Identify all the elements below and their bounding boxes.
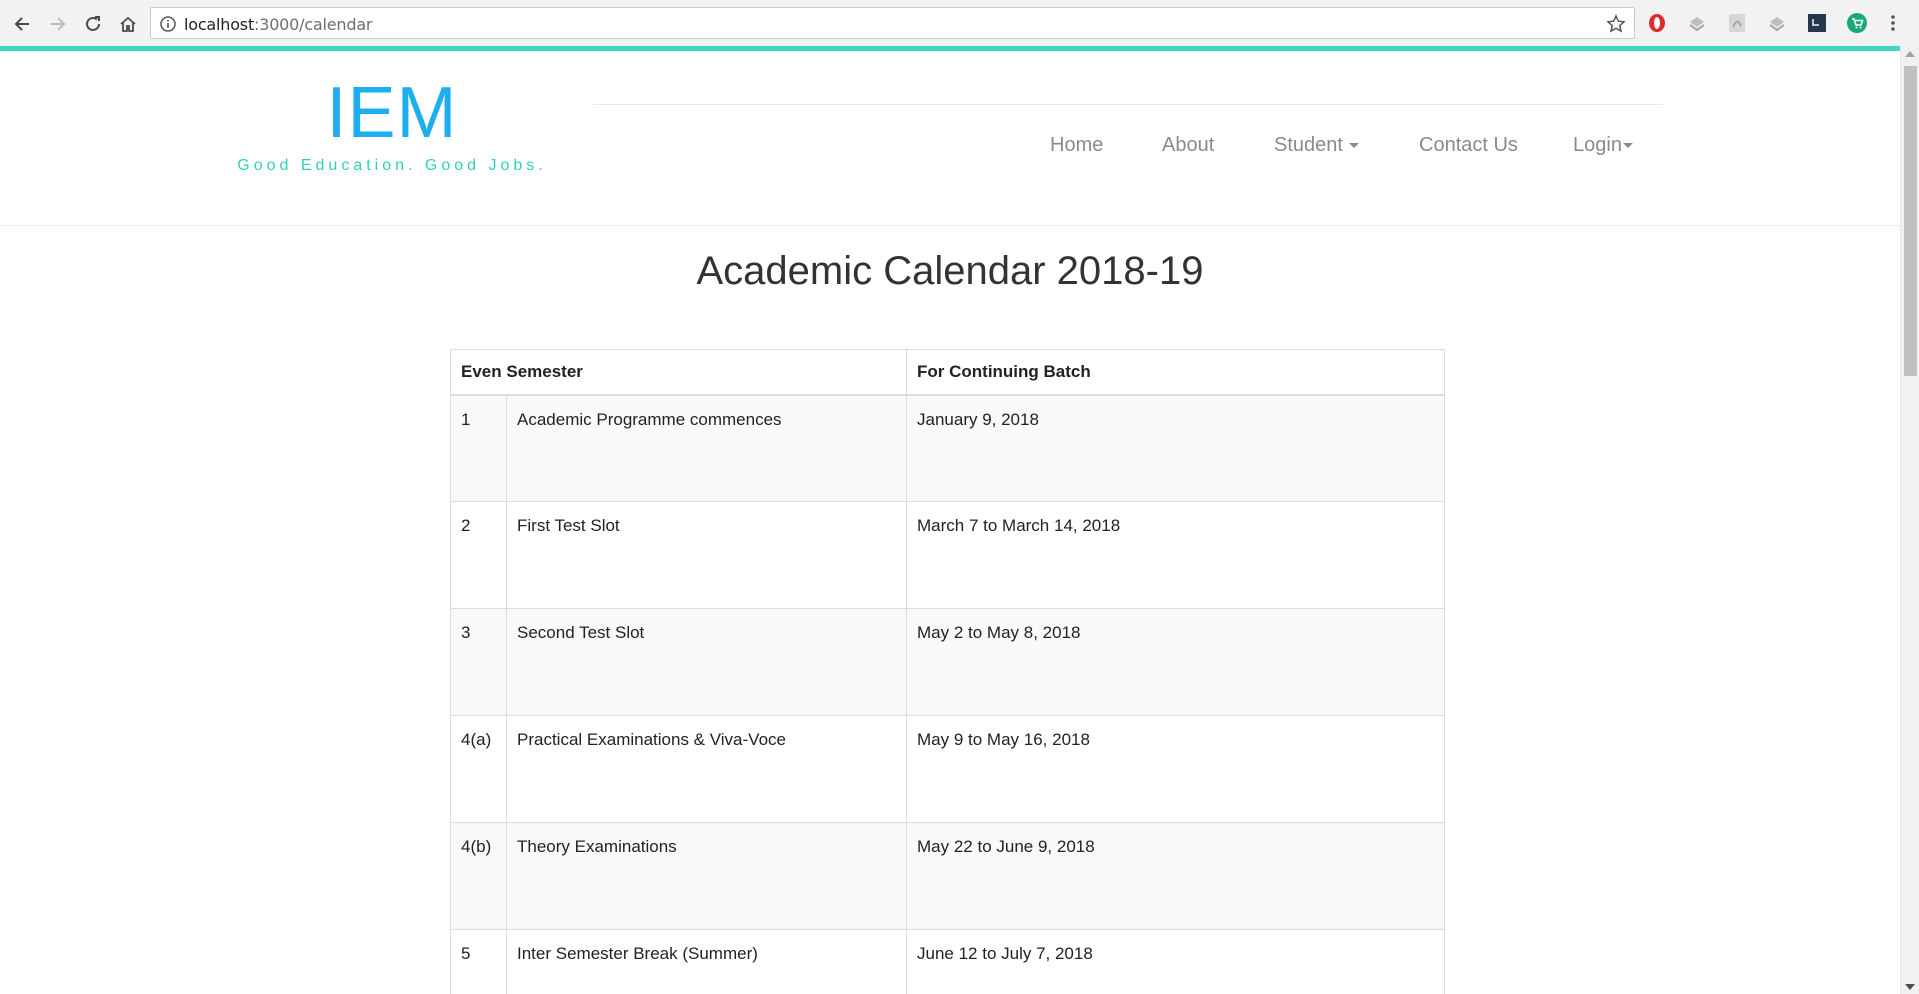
date-cell: May 22 to June 9, 2018 — [906, 822, 1445, 930]
scroll-down-arrow-icon[interactable] — [1905, 984, 1915, 990]
row-number: 3 — [450, 608, 507, 716]
event-cell: Academic Programme commences — [506, 394, 907, 502]
table-row: 2 First Test Slot March 7 to March 14, 2… — [450, 501, 1445, 609]
back-icon[interactable] — [8, 10, 36, 38]
nav-login-dropdown[interactable]: Login — [1573, 134, 1633, 157]
event-cell: First Test Slot — [506, 501, 907, 609]
date-cell: May 9 to May 16, 2018 — [906, 715, 1445, 823]
header-even-semester: Even Semester — [450, 349, 907, 396]
info-icon[interactable] — [159, 15, 177, 33]
page-scrollbar[interactable] — [1900, 46, 1919, 994]
date-cell: June 12 to July 7, 2018 — [906, 929, 1445, 994]
cart-icon[interactable] — [1846, 12, 1868, 34]
scroll-up-arrow-icon[interactable] — [1905, 51, 1915, 57]
date-cell: May 2 to May 8, 2018 — [906, 608, 1445, 716]
nav-home[interactable]: Home — [1050, 134, 1103, 157]
header-continuing-batch: For Continuing Batch — [906, 349, 1445, 396]
pdf-icon[interactable] — [1726, 12, 1748, 34]
url-text: localhost:3000/calendar — [184, 15, 373, 34]
caret-down-icon — [1622, 143, 1633, 149]
opera-icon[interactable] — [1646, 12, 1668, 34]
table-row: 5 Inter Semester Break (Summer) June 12 … — [450, 929, 1445, 994]
address-bar[interactable]: localhost:3000/calendar — [150, 7, 1635, 39]
table-row: 4(b) Theory Examinations May 22 to June … — [450, 822, 1445, 930]
url-host: localhost — [184, 15, 255, 34]
date-cell: March 7 to March 14, 2018 — [906, 501, 1445, 609]
home-icon[interactable] — [114, 10, 142, 38]
screen-capture-icon[interactable] — [1806, 12, 1828, 34]
row-number: 1 — [450, 394, 507, 502]
row-number: 2 — [450, 501, 507, 609]
browser-toolbar: localhost:3000/calendar — [0, 0, 1919, 46]
caret-down-icon — [1348, 143, 1359, 149]
table-header-row: Even Semester For Continuing Batch — [450, 349, 1445, 396]
event-cell: Theory Examinations — [506, 822, 907, 930]
star-icon[interactable] — [1606, 14, 1626, 34]
scroll-thumb[interactable] — [1904, 66, 1917, 376]
nav-about[interactable]: About — [1162, 134, 1214, 157]
main-nav: Home About Student Contact Us Login — [0, 134, 1900, 164]
menu-dots-icon[interactable] — [1886, 12, 1900, 34]
row-number: 5 — [450, 929, 507, 994]
academic-calendar-table: Even Semester For Continuing Batch 1 Aca… — [450, 349, 1445, 994]
table-row: 4(a) Practical Examinations & Viva-Voce … — [450, 715, 1445, 823]
page-title: Academic Calendar 2018-19 — [696, 249, 1204, 293]
table-row: 3 Second Test Slot May 2 to May 8, 2018 — [450, 608, 1445, 716]
table-row: 1 Academic Programme commences January 9… — [450, 394, 1445, 502]
nav-student-dropdown[interactable]: Student — [1274, 134, 1359, 157]
extension-grey-icon[interactable] — [1766, 12, 1788, 34]
event-cell: Second Test Slot — [506, 608, 907, 716]
nav-student-label: Student — [1274, 134, 1343, 156]
site-header: IEM Good Education. Good Jobs. Home Abou… — [0, 51, 1900, 226]
date-cell: January 9, 2018 — [906, 394, 1445, 502]
forward-icon[interactable] — [44, 10, 72, 38]
nav-login-label: Login — [1573, 134, 1622, 156]
event-cell: Practical Examinations & Viva-Voce — [506, 715, 907, 823]
nav-contact[interactable]: Contact Us — [1419, 134, 1518, 157]
reload-icon[interactable] — [79, 10, 107, 38]
nav-divider — [593, 104, 1663, 105]
extension-grey-icon[interactable] — [1686, 12, 1708, 34]
row-number: 4(b) — [450, 822, 507, 930]
event-cell: Inter Semester Break (Summer) — [506, 929, 907, 994]
row-number: 4(a) — [450, 715, 507, 823]
url-path: :3000/calendar — [254, 15, 373, 34]
